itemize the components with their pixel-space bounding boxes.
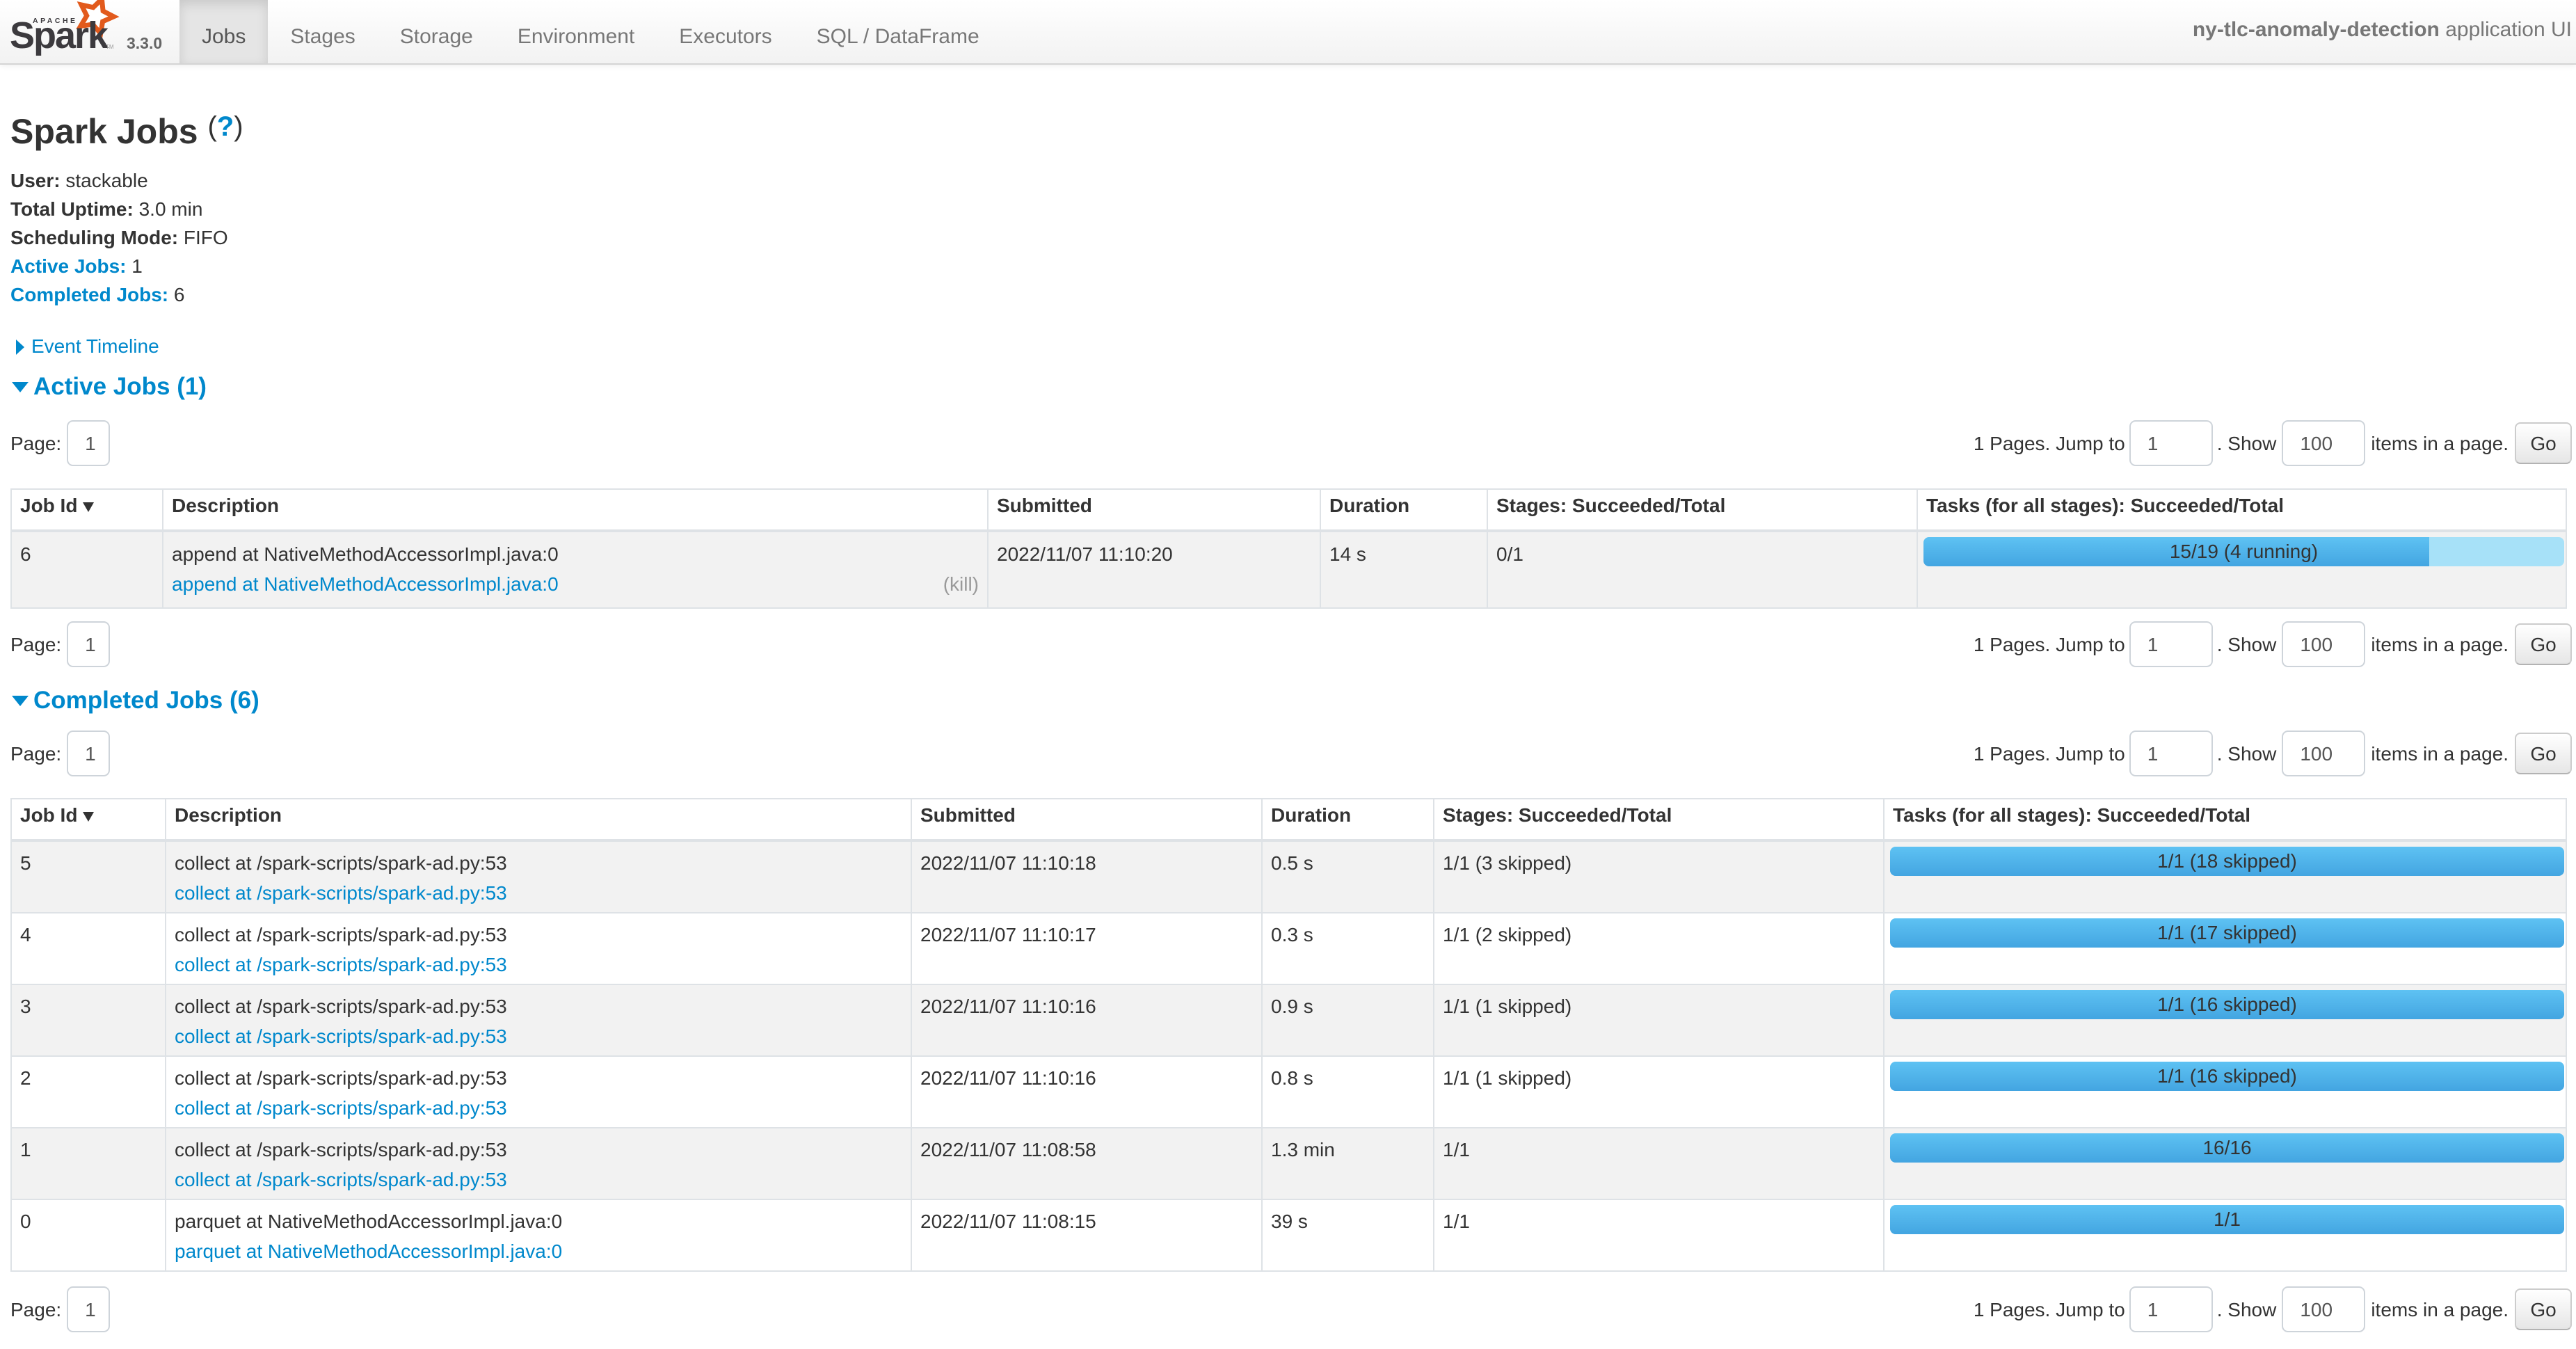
- svg-text:Spark: Spark: [10, 15, 109, 56]
- svg-text:TM: TM: [106, 44, 114, 50]
